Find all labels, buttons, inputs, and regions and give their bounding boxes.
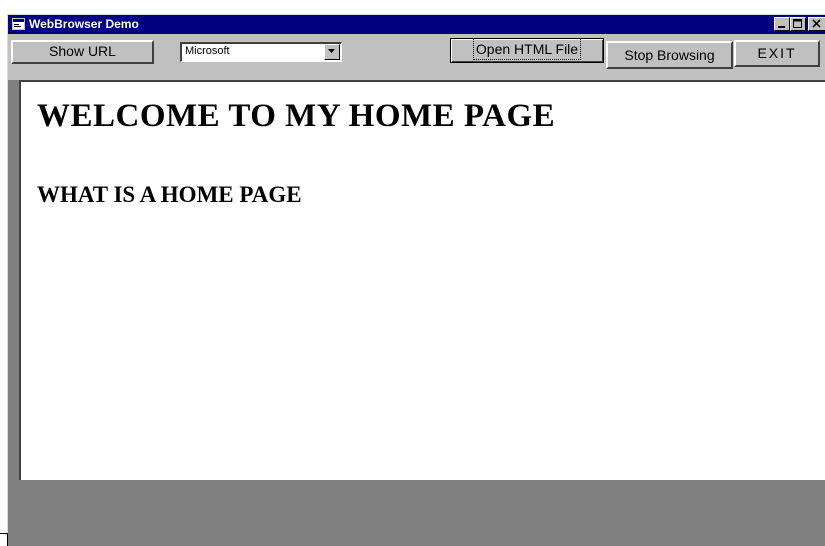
combo-value: Microsoft <box>185 45 230 57</box>
maximize-icon <box>793 19 802 28</box>
browser-view[interactable]: WELCOME TO MY HOME PAGE WHAT IS A HOME P… <box>19 80 825 480</box>
app-window-icon[interactable] <box>12 18 25 30</box>
divider <box>7 533 8 546</box>
open-html-file-label: Open HTML File <box>472 38 582 60</box>
page-subheading: WHAT IS A HOME PAGE <box>37 182 302 207</box>
maximize-button[interactable] <box>790 17 806 31</box>
show-url-button[interactable]: Show URL <box>11 40 154 64</box>
minimize-icon <box>778 26 785 28</box>
open-html-file-button[interactable]: Open HTML File <box>450 38 604 63</box>
title-bar[interactable]: WebBrowser Demo <box>8 15 825 34</box>
exit-label: EXIT <box>757 45 797 61</box>
site-combo[interactable]: Microsoft <box>180 42 342 62</box>
exit-button[interactable]: EXIT <box>734 40 820 67</box>
close-button[interactable] <box>808 17 825 31</box>
combo-dropdown-button[interactable] <box>324 44 340 60</box>
app-window: WebBrowser Demo Show URL Microsoft Open … <box>7 14 825 546</box>
chevron-down-icon <box>328 49 335 53</box>
page-heading: WELCOME TO MY HOME PAGE <box>37 98 556 134</box>
toolbar: Show URL Microsoft Open HTML File Stop B… <box>8 34 825 80</box>
show-url-label: Show URL <box>49 43 116 59</box>
stop-browsing-label: Stop Browsing <box>624 47 715 63</box>
stop-browsing-button[interactable]: Stop Browsing <box>606 41 733 69</box>
close-icon <box>812 19 821 28</box>
minimize-button[interactable] <box>774 17 790 31</box>
window-title: WebBrowser Demo <box>29 17 139 31</box>
